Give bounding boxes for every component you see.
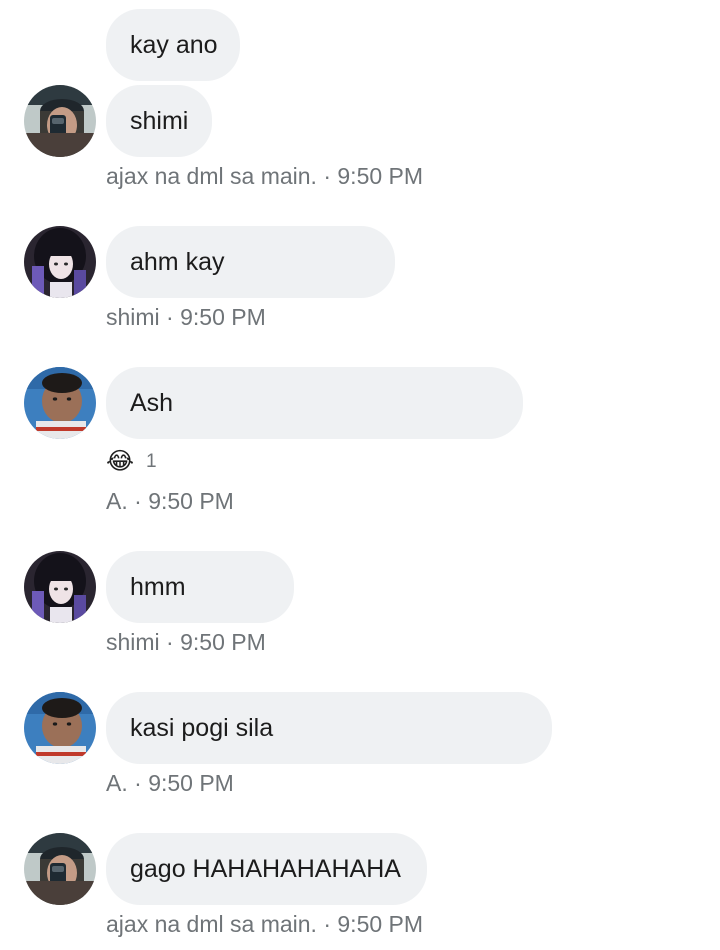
timestamp: 9:50 PM	[180, 304, 266, 330]
message-text: hmm	[130, 573, 186, 601]
message-meta: ajax na dml sa main. · 9:50 PM	[106, 163, 423, 190]
reaction-badge[interactable]: 😂 1	[106, 447, 157, 477]
separator: ·	[159, 629, 181, 655]
laughing-emoji-icon: 😂	[106, 448, 135, 475]
avatar[interactable]	[24, 85, 96, 157]
message-text: kasi pogi sila	[130, 714, 274, 742]
mirror-selfie-avatar-icon	[24, 85, 96, 157]
sender-name[interactable]: ajax na dml sa main.	[106, 911, 317, 937]
dark-hair-avatar-icon	[24, 551, 96, 623]
dark-hair-avatar-icon	[24, 226, 96, 298]
timestamp: 9:50 PM	[180, 629, 266, 655]
message-meta: ajax na dml sa main. · 9:50 PM	[106, 911, 423, 938]
message-meta: shimi · 9:50 PM	[106, 629, 266, 656]
avatar[interactable]	[24, 367, 96, 439]
child-face-avatar-icon	[24, 367, 96, 439]
message-text: gago HAHAHAHAHAHA	[130, 855, 401, 883]
separator: ·	[316, 911, 338, 937]
sender-name[interactable]: shimi	[106, 629, 160, 655]
mirror-selfie-avatar-icon	[24, 833, 96, 905]
separator: ·	[159, 304, 181, 330]
child-face-avatar-icon	[24, 692, 96, 764]
timestamp: 9:50 PM	[148, 488, 234, 514]
avatar[interactable]	[24, 551, 96, 623]
message-bubble[interactable]: shimi	[106, 85, 212, 157]
message-text: kay ano	[130, 31, 218, 59]
message-text: ahm kay	[130, 248, 225, 276]
timestamp: 9:50 PM	[337, 911, 424, 937]
reaction-count: 1	[146, 451, 157, 472]
avatar[interactable]	[24, 226, 96, 298]
sender-name[interactable]: shimi	[106, 304, 160, 330]
avatar[interactable]	[24, 692, 96, 764]
message-meta: A. · 9:50 PM	[106, 488, 234, 515]
message-text: Ash	[130, 389, 174, 417]
separator: ·	[316, 163, 338, 189]
timestamp: 9:50 PM	[337, 163, 424, 189]
timestamp: 9:50 PM	[148, 770, 234, 796]
separator: ·	[127, 488, 149, 514]
message-text: shimi	[130, 107, 189, 135]
message-bubble[interactable]: kay ano	[106, 9, 240, 81]
sender-name[interactable]: A.	[106, 770, 128, 796]
message-bubble[interactable]: gago HAHAHAHAHAHA	[106, 833, 427, 905]
avatar[interactable]	[24, 833, 96, 905]
sender-name[interactable]: ajax na dml sa main.	[106, 163, 317, 189]
message-meta: shimi · 9:50 PM	[106, 304, 266, 331]
sender-name[interactable]: A.	[106, 488, 128, 514]
message-bubble[interactable]: hmm	[106, 551, 294, 623]
message-meta: A. · 9:50 PM	[106, 770, 234, 797]
message-bubble[interactable]: Ash	[106, 367, 523, 439]
message-bubble[interactable]: kasi pogi sila	[106, 692, 552, 764]
message-bubble[interactable]: ahm kay	[106, 226, 395, 298]
separator: ·	[127, 770, 149, 796]
